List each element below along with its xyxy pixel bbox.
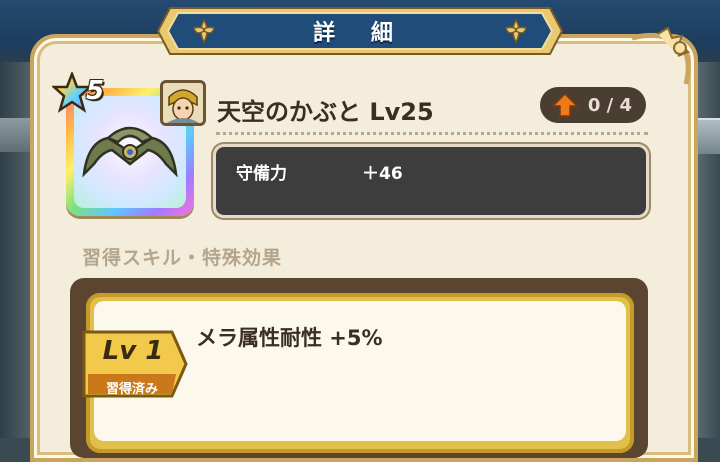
name-divider <box>216 132 648 135</box>
item-name: 天空のかぶと Lv25 <box>217 98 434 126</box>
up-arrow-icon <box>552 93 578 117</box>
title-banner: 詳 細 <box>156 6 564 56</box>
skill-effect: メラ属性耐性 +5% <box>196 326 383 350</box>
corner-ornament-icon <box>631 26 691 85</box>
backdrop-rail-left <box>0 118 34 152</box>
hero-portrait-icon[interactable] <box>160 80 206 126</box>
portrait-face-icon <box>163 83 203 123</box>
upgrade-count: 0 / 4 <box>587 94 632 116</box>
dialog-title: 詳 細 <box>313 21 407 46</box>
skill-status: 習得済み <box>105 382 158 397</box>
stat-box: 守備力 ＋46 <box>216 147 646 215</box>
section-heading: 習得スキル・特殊効果 <box>82 247 283 269</box>
stat-label-defense: 守備力 <box>236 164 287 184</box>
upgrade-counter: 0 / 4 <box>540 87 646 123</box>
stat-value-defense: ＋46 <box>362 164 403 184</box>
skill-level: Lv 1 <box>102 336 164 366</box>
rarity-number: 5 <box>86 76 105 106</box>
